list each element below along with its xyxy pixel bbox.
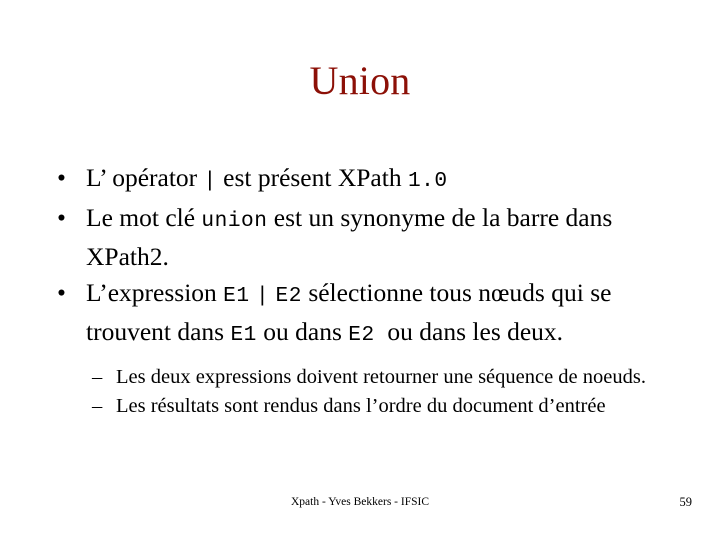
text-span: L’ opérator	[86, 163, 204, 192]
text-span: Les deux expressions doivent retourner u…	[116, 365, 646, 388]
bullet-text-2: Le mot clé union est un synonyme de la b…	[86, 203, 612, 272]
bullet-marker: •	[57, 202, 66, 232]
slide-footer: Xpath - Yves Bekkers - IFSIC 59	[0, 494, 720, 514]
code-span: E2	[348, 323, 375, 347]
dash-marker: –	[92, 394, 103, 417]
sub-bullet-text-2: Les résultats sont rendus dans l’ordre d…	[116, 395, 606, 417]
text-span: Le mot clé	[86, 202, 202, 232]
bullet-marker: •	[57, 163, 66, 192]
list-item: • L’ opérator | est présent XPath 1.0	[46, 160, 696, 200]
page-title: Union	[309, 58, 411, 103]
code-span: |	[255, 283, 270, 308]
text-span: ou dans les deux.	[374, 317, 564, 346]
text-span: L’expression	[86, 277, 224, 307]
text-span: Les résultats sont rendus dans l’ordre d…	[116, 394, 606, 417]
code-span: union	[201, 208, 268, 233]
code-span: 1.0	[407, 169, 448, 193]
footer-credit: Xpath - Yves Bekkers - IFSIC	[291, 496, 429, 508]
dash-marker: –	[92, 365, 103, 388]
list-item: • Le mot clé union est un synonyme de la…	[46, 200, 696, 275]
bullet-marker: •	[57, 277, 66, 307]
slide: Union • L’ opérator | est présent XPath …	[0, 0, 720, 540]
sub-list: – Les deux expressions doivent retourner…	[46, 363, 696, 421]
code-span: E2	[275, 283, 302, 308]
code-span: E1	[223, 283, 250, 308]
bullet-text-3: L’expression E1 | E2 sélectionne tous nœ…	[86, 277, 611, 348]
sub-bullet-text-1: Les deux expressions doivent retourner u…	[116, 366, 646, 388]
bullet-text-1: L’ opérator | est présent XPath 1.0	[86, 163, 448, 193]
page-number: 59	[679, 495, 693, 509]
text-span: ou dans	[256, 317, 349, 346]
sub-list-item: – Les résultats sont rendus dans l’ordre…	[92, 392, 696, 421]
sub-list-item: – Les deux expressions doivent retourner…	[92, 363, 696, 392]
code-span: E1	[230, 323, 257, 347]
code-span: |	[203, 169, 217, 193]
slide-body: • L’ opérator | est présent XPath 1.0 • …	[46, 160, 696, 421]
list-item: • L’expression E1 | E2 sélectionne tous …	[46, 275, 696, 354]
text-span: est présent XPath	[216, 163, 408, 192]
